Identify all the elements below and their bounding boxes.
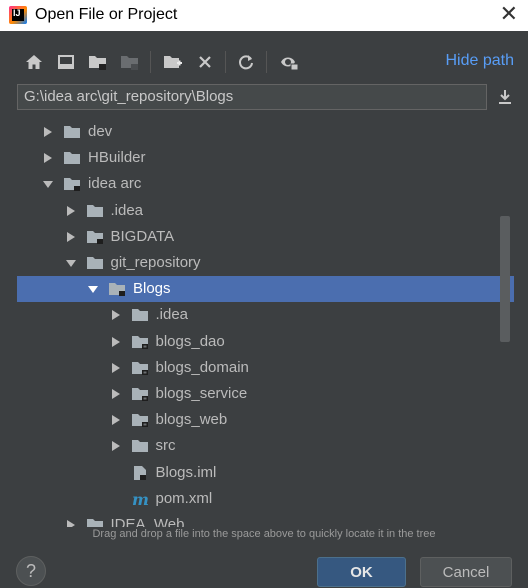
tree-row[interactable]: blogs_service: [17, 381, 514, 407]
tree-item-label: src: [155, 437, 176, 455]
collapse-arrow-icon[interactable]: [65, 257, 77, 269]
tree-row[interactable]: m pom.xml: [17, 486, 514, 512]
project-folder-icon: [86, 517, 104, 527]
folder-icon: [86, 203, 104, 219]
tree-row[interactable]: Blogs: [17, 276, 514, 303]
expand-arrow-icon[interactable]: [110, 309, 122, 321]
folder-icon: [86, 255, 104, 271]
expand-arrow-icon[interactable]: [110, 414, 122, 426]
project-folder-icon: [86, 229, 104, 245]
expand-arrow-icon[interactable]: [42, 152, 54, 164]
tree-row[interactable]: idea arc: [17, 171, 514, 197]
hide-path-link[interactable]: Hide path: [446, 52, 515, 70]
file-tree[interactable]: dev HBuilder idea arc .idea BIGDATA git_repos…: [17, 118, 514, 527]
project-folder-icon: [63, 176, 81, 192]
module-folder-icon: [131, 386, 149, 402]
tree-row[interactable]: blogs_web: [17, 407, 514, 433]
expand-arrow-icon[interactable]: [110, 440, 122, 452]
collapse-arrow-icon[interactable]: [87, 283, 99, 295]
toolbar-divider: [225, 51, 226, 73]
tree-item-label: dev: [88, 123, 113, 140]
path-input[interactable]: G:\idea arc\git_repository\Blogs: [17, 84, 487, 110]
tree-row[interactable]: BIGDATA: [17, 224, 514, 250]
tree-row[interactable]: dev: [17, 119, 514, 145]
tree-item-label: .idea: [155, 306, 189, 324]
module-folder-icon: [131, 412, 149, 428]
refresh-icon[interactable]: [236, 52, 256, 72]
intellij-app-icon: IJ: [9, 6, 27, 24]
folder-icon: [131, 307, 149, 323]
new-folder-icon[interactable]: [163, 52, 183, 72]
desktop-icon[interactable]: [56, 52, 76, 72]
tree-row[interactable]: src: [17, 433, 514, 459]
toolbar-divider: [150, 51, 151, 73]
tree-item-label: blogs_domain: [155, 358, 249, 376]
tree-item-label: pom.xml: [155, 489, 213, 507]
expand-arrow-icon[interactable]: [110, 388, 122, 400]
project-folder-icon[interactable]: [88, 52, 108, 72]
tree-item-label: .idea: [110, 201, 144, 219]
tree-item-label: BIGDATA: [110, 227, 175, 245]
iml-file-icon: [131, 465, 149, 481]
tree-item-label: IDEA_Web: [110, 516, 185, 527]
expand-arrow-icon[interactable]: [65, 519, 77, 527]
tree-item-label: blogs_service: [155, 385, 248, 402]
title-bar: IJ Open File or Project ✕: [0, 0, 528, 31]
expand-arrow-icon[interactable]: [42, 126, 54, 138]
maven-file-icon: m: [131, 490, 149, 509]
tree-scrollbar[interactable]: [500, 216, 510, 342]
tree-item-label: git_repository: [110, 254, 201, 271]
download-icon[interactable]: [494, 86, 516, 108]
home-icon[interactable]: [24, 52, 44, 72]
tree-row[interactable]: blogs_dao: [17, 329, 514, 355]
delete-icon[interactable]: [195, 52, 215, 72]
expand-arrow-icon[interactable]: [110, 336, 122, 348]
tree-item-label: blogs_dao: [155, 332, 225, 350]
tree-item-label: HBuilder: [88, 149, 146, 167]
tree-item-label: idea arc: [88, 175, 142, 193]
drag-drop-hint: Drag and drop a file into the space abov…: [92, 528, 436, 540]
project-folder-icon: [108, 281, 126, 297]
expand-arrow-icon[interactable]: [65, 231, 77, 243]
window-title: Open File or Project: [35, 6, 178, 23]
close-button[interactable]: ✕: [500, 3, 518, 27]
tree-row[interactable]: .idea: [17, 198, 514, 224]
tree-item-label: Blogs: [133, 280, 171, 298]
svg-text:m: m: [132, 491, 149, 507]
tree-row[interactable]: git_repository: [17, 250, 514, 276]
folder-icon: [131, 438, 149, 454]
tree-row[interactable]: Blogs.iml: [17, 460, 514, 486]
expand-arrow-icon[interactable]: [65, 205, 77, 217]
tree-row[interactable]: IDEA_Web: [17, 512, 514, 527]
module-folder-icon: [131, 360, 149, 376]
module-folder-icon: [131, 334, 149, 350]
ok-button[interactable]: OK: [317, 557, 406, 587]
tree-item-label: Blogs.iml: [155, 463, 217, 481]
module-folder-icon[interactable]: [120, 52, 140, 72]
toolbar: Hide path: [0, 44, 528, 78]
tree-row[interactable]: HBuilder: [17, 145, 514, 171]
expand-arrow-icon[interactable]: [110, 362, 122, 374]
folder-icon: [63, 150, 81, 166]
tree-row[interactable]: .idea: [17, 302, 514, 328]
collapse-arrow-icon[interactable]: [42, 178, 54, 190]
tree-row[interactable]: blogs_domain: [17, 355, 514, 381]
tree-item-label: blogs_web: [155, 411, 228, 429]
folder-icon: [63, 124, 81, 140]
help-button[interactable]: ?: [16, 556, 46, 586]
cancel-button[interactable]: Cancel: [420, 557, 512, 587]
show-hidden-icon[interactable]: [279, 52, 299, 72]
toolbar-divider: [266, 51, 267, 73]
